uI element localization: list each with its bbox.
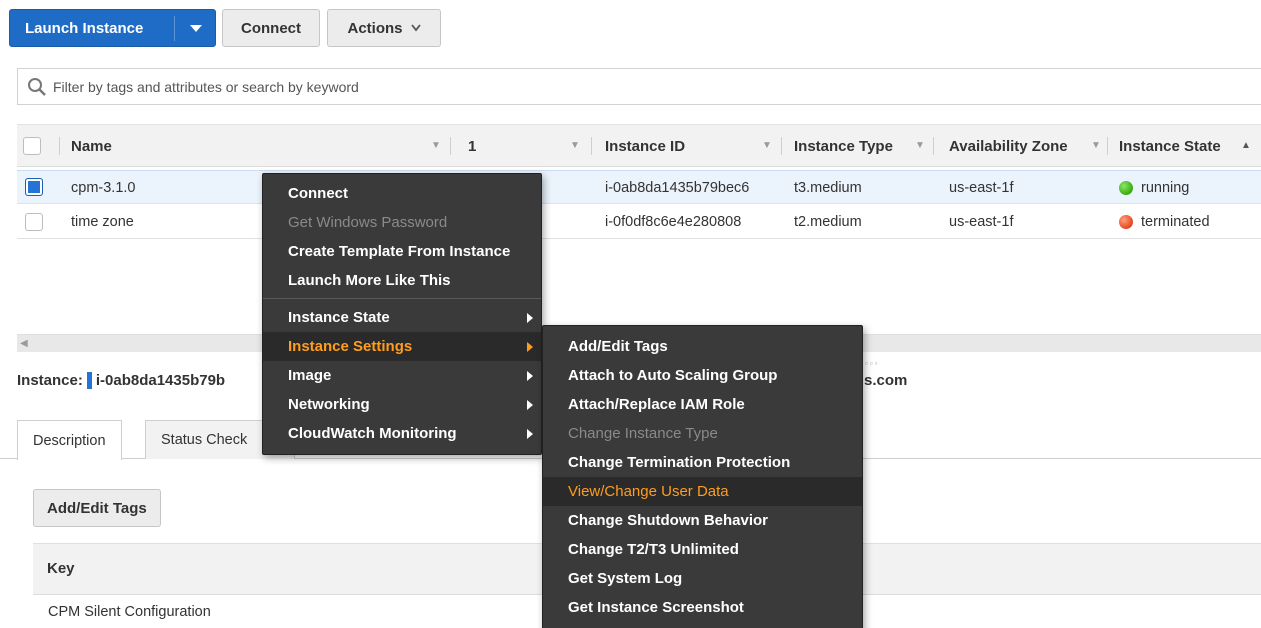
add-edit-tags-button[interactable]: Add/Edit Tags (33, 489, 161, 527)
caret-down-icon (189, 24, 202, 32)
submenu-item-instance-screenshot[interactable]: Get Instance Screenshot (543, 593, 862, 622)
submenu-item-attach-auto-scaling[interactable]: Attach to Auto Scaling Group (543, 361, 862, 390)
search-icon (28, 77, 46, 96)
actions-button[interactable]: Actions (327, 9, 441, 47)
submenu-item-shutdown-behavior[interactable]: Change Shutdown Behavior (543, 506, 862, 535)
menu-item-instance-state-label: Instance State (288, 309, 390, 326)
launch-instance-label: Launch Instance (25, 19, 144, 37)
row-checkbox[interactable] (25, 178, 43, 196)
menu-item-cloudwatch-label: CloudWatch Monitoring (288, 425, 457, 442)
submenu-item-add-edit-tags[interactable]: Add/Edit Tags (543, 332, 862, 361)
submenu-arrow-icon (527, 341, 533, 352)
submenu-item-termination-protection[interactable]: Change Termination Protection (543, 448, 862, 477)
tab-description-label: Description (33, 432, 106, 449)
menu-item-networking-label: Networking (288, 396, 370, 413)
add-edit-tags-label: Add/Edit Tags (47, 499, 147, 517)
scroll-left-arrow-icon[interactable]: ◀ (20, 338, 28, 349)
availability-zone: us-east-1f (949, 213, 1014, 230)
table-row[interactable]: cpm-3.1.0 i-0ab8da1435b79bec6 t3.medium … (17, 170, 1261, 204)
table-row[interactable]: time zone i-0f0df8c6e4e280808 t2.medium … (17, 205, 1261, 239)
instances-table-header: Name ▼ 1 ▼ Instance ID ▼ Instance Type ▼… (17, 124, 1261, 167)
submenu-arrow-icon (527, 370, 533, 381)
context-menu: Connect Get Windows Password Create Temp… (262, 173, 542, 455)
column-separator (591, 137, 592, 155)
column-separator (933, 137, 934, 155)
instance-detail-header: Instance: i-0ab8da1435b79b (17, 372, 225, 389)
submenu-item-t2-t3-unlimited[interactable]: Change T2/T3 Unlimited (543, 535, 862, 564)
menu-separator (263, 298, 541, 299)
actions-label: Actions (347, 19, 403, 37)
instance-state: running (1119, 171, 1189, 204)
submenu-arrow-icon (527, 312, 533, 323)
column-separator (450, 137, 451, 155)
instance-name: time zone (71, 213, 134, 230)
menu-item-instance-settings[interactable]: Instance Settings (263, 332, 541, 361)
availability-zone: us-east-1f (949, 179, 1014, 196)
column-separator (59, 137, 60, 155)
instance-state: terminated (1119, 205, 1210, 238)
menu-item-launch-more[interactable]: Launch More Like This (263, 266, 541, 295)
column-header-name[interactable]: Name (71, 125, 112, 167)
chevron-down-icon (410, 24, 421, 32)
tab-description[interactable]: Description (17, 420, 122, 460)
menu-item-image[interactable]: Image (263, 361, 541, 390)
tag-key-cell: CPM Silent Configuration (48, 604, 211, 620)
menu-item-instance-state[interactable]: Instance State (263, 303, 541, 332)
search-bar[interactable]: Filter by tags and attributes or search … (17, 68, 1261, 105)
instance-type: t2.medium (794, 213, 862, 230)
sort-icon[interactable]: ▼ (1091, 140, 1101, 151)
instance-id: i-0f0df8c6e4e280808 (605, 213, 742, 230)
submenu-arrow-icon (527, 399, 533, 410)
column-header-instance-state[interactable]: Instance State (1119, 125, 1221, 167)
connect-button[interactable]: Connect (222, 9, 320, 47)
instance-detail-id: i-0ab8da1435b79b (95, 372, 226, 389)
terminated-status-icon (1119, 214, 1133, 229)
row-checkbox[interactable] (25, 213, 43, 231)
search-placeholder: Filter by tags and attributes or search … (53, 78, 359, 95)
menu-item-instance-settings-label: Instance Settings (288, 338, 413, 355)
menu-item-networking[interactable]: Networking (263, 390, 541, 419)
menu-item-cloudwatch[interactable]: CloudWatch Monitoring (263, 419, 541, 448)
instance-name: cpm-3.1.0 (71, 179, 136, 196)
menu-item-connect[interactable]: Connect (263, 179, 541, 208)
column-separator (781, 137, 782, 155)
sort-icon[interactable]: ▼ (431, 140, 441, 151)
menu-item-image-label: Image (288, 367, 332, 384)
connect-label: Connect (241, 19, 301, 37)
submenu-item-attach-iam-role[interactable]: Attach/Replace IAM Role (543, 390, 862, 419)
submenu-arrow-icon (527, 428, 533, 439)
resize-handle-icon[interactable]: ▫▫▫ (865, 359, 880, 368)
sort-icon[interactable]: ▼ (762, 140, 772, 151)
instance-color-marker (86, 372, 92, 389)
sort-icon[interactable]: ▲ (1241, 140, 1251, 151)
instance-state-label: terminated (1141, 213, 1210, 230)
key-column-header: Key (47, 560, 75, 577)
menu-item-create-template[interactable]: Create Template From Instance (263, 237, 541, 266)
instance-state-label: running (1141, 179, 1190, 196)
instance-settings-submenu: Add/Edit Tags Attach to Auto Scaling Gro… (542, 325, 863, 628)
menu-item-get-windows-password[interactable]: Get Windows Password (263, 208, 541, 237)
sort-icon[interactable]: ▼ (915, 140, 925, 151)
column-header-instance-type[interactable]: Instance Type (794, 125, 893, 167)
tab-status-checks-label: Status Check (161, 432, 248, 448)
submenu-item-change-instance-type[interactable]: Change Instance Type (543, 419, 862, 448)
instance-id: i-0ab8da1435b79bec6 (605, 179, 750, 196)
launch-dropdown-toggle[interactable] (175, 10, 216, 46)
submenu-item-system-log[interactable]: Get System Log (543, 564, 862, 593)
instance-label: Instance: (17, 372, 83, 389)
launch-instance-button[interactable]: Launch Instance (9, 9, 216, 47)
submenu-item-user-data[interactable]: View/Change User Data (543, 477, 862, 506)
column-header-availability-zone[interactable]: Availability Zone (949, 125, 1068, 167)
column-separator (1107, 137, 1108, 155)
column-header-instance-id[interactable]: Instance ID (605, 125, 685, 167)
select-all-checkbox[interactable] (23, 137, 41, 155)
running-status-icon (1119, 180, 1133, 195)
public-dns-text: s.com (864, 372, 908, 389)
sort-icon[interactable]: ▼ (570, 140, 580, 151)
column-header-tag[interactable]: 1 (468, 125, 476, 167)
instance-type: t3.medium (794, 179, 862, 196)
